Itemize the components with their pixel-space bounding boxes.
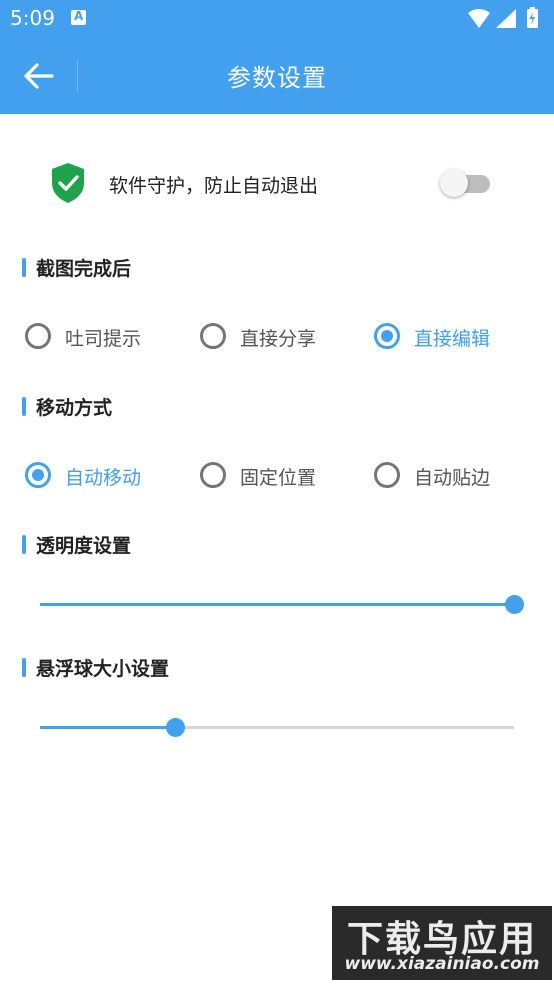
watermark-logo: 下载鸟应用 www.xiazainiao.com: [332, 906, 552, 980]
radio-share[interactable]: 直接分享: [200, 316, 370, 360]
ball-size-slider[interactable]: [40, 713, 514, 743]
section-accent-bar: [22, 258, 26, 277]
radio-auto-edge[interactable]: 自动贴边: [374, 455, 544, 499]
radio-label: 自动移动: [65, 467, 142, 489]
toggle-thumb: [440, 169, 468, 197]
radio-label: 自动贴边: [414, 467, 491, 489]
radio-auto-move[interactable]: 自动移动: [25, 455, 195, 499]
page-title: 参数设置: [227, 64, 327, 92]
status-time: 5:09: [10, 6, 55, 30]
radio-edit[interactable]: 直接编辑: [374, 316, 544, 360]
section-title: 悬浮球大小设置: [36, 658, 170, 680]
radio-circle-icon: [200, 323, 226, 349]
section-title: 截图完成后: [36, 258, 132, 280]
section-accent-bar: [22, 397, 26, 416]
screenshot-after-radio-group: 吐司提示 直接分享 直接编辑: [0, 316, 554, 360]
a-letter-icon: A: [71, 9, 86, 25]
move-mode-radio-group: 自动移动 固定位置 自动贴边: [0, 455, 554, 499]
radio-label: 固定位置: [240, 467, 317, 489]
section-accent-bar: [22, 535, 26, 554]
section-title: 透明度设置: [36, 535, 132, 557]
signal-icon: [496, 9, 516, 28]
radio-label: 直接编辑: [414, 328, 491, 350]
slider-thumb[interactable]: [505, 595, 524, 614]
wifi-icon: [468, 9, 490, 28]
guard-setting-row: 软件守护，防止自动退出: [0, 150, 554, 216]
app-bar: 参数设置: [0, 38, 554, 114]
section-title: 移动方式: [36, 397, 113, 419]
radio-fixed-position[interactable]: 固定位置: [200, 455, 370, 499]
slider-fill: [40, 603, 514, 606]
status-bar: 5:09 A: [0, 0, 554, 38]
status-icons: [468, 7, 538, 28]
radio-circle-icon: [374, 462, 400, 488]
guard-toggle[interactable]: [440, 168, 492, 198]
radio-circle-icon: [25, 323, 51, 349]
radio-toast[interactable]: 吐司提示: [25, 316, 195, 360]
slider-fill: [40, 726, 176, 729]
transparency-slider[interactable]: [40, 590, 524, 620]
slider-thumb[interactable]: [166, 718, 186, 737]
section-accent-bar: [22, 658, 26, 677]
radio-circle-icon: [25, 462, 51, 488]
radio-circle-icon: [200, 462, 226, 488]
shield-check-icon: [52, 163, 84, 203]
radio-label: 吐司提示: [65, 328, 142, 350]
watermark-url: www.xiazainiao.com: [344, 954, 540, 974]
guard-label: 软件守护，防止自动退出: [109, 175, 319, 197]
radio-label: 直接分享: [240, 328, 317, 350]
radio-circle-icon: [374, 323, 400, 349]
